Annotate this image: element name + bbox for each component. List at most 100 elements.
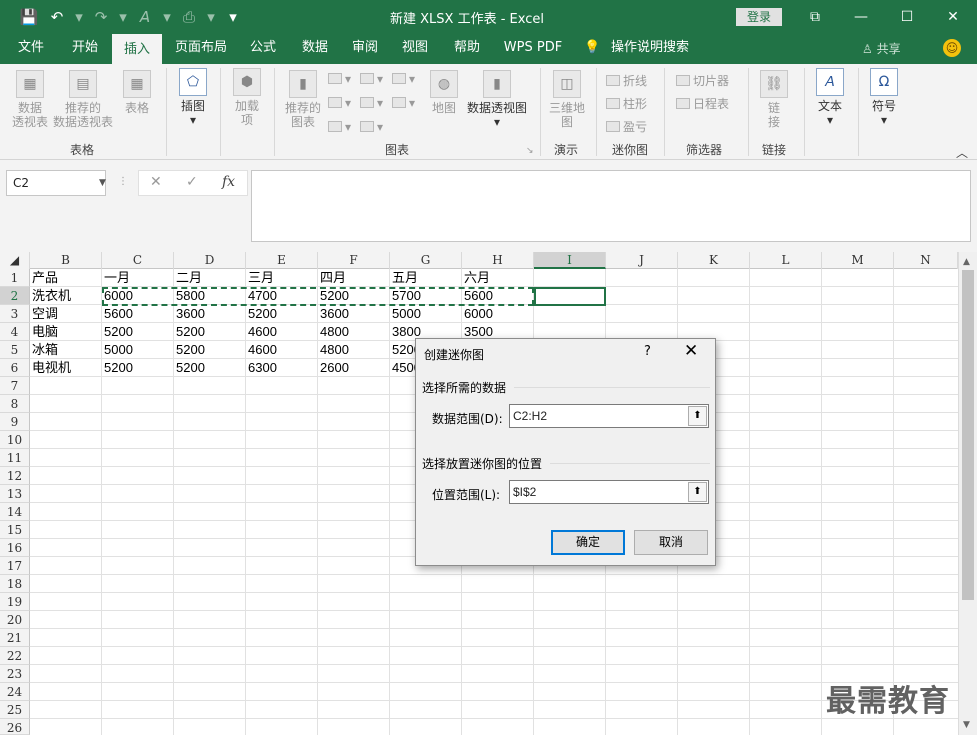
table-cell[interactable]: 5200: [174, 341, 246, 359]
format-painter-icon[interactable]: 𝘈: [134, 8, 156, 26]
header-cell[interactable]: 三月: [246, 269, 318, 287]
print-preview-icon[interactable]: ⎙: [178, 8, 200, 26]
insert-function-icon[interactable]: fx: [222, 174, 235, 190]
login-button[interactable]: 登录: [736, 8, 782, 26]
select-all-corner[interactable]: ◢: [0, 252, 30, 269]
collapse-dialog-icon[interactable]: ⬆: [688, 406, 707, 426]
row-header[interactable]: 21: [0, 629, 30, 647]
sparkline-column-button[interactable]: 柱形: [606, 95, 647, 112]
cancel-button[interactable]: 取消: [634, 530, 708, 555]
dialog-launcher-icon[interactable]: ↘: [526, 146, 534, 156]
ok-button[interactable]: 确定: [551, 530, 625, 555]
row-header[interactable]: 10: [0, 431, 30, 449]
collapse-dialog-icon[interactable]: ⬆: [688, 482, 707, 502]
table-cell[interactable]: 5600: [102, 305, 174, 323]
table-cell[interactable]: 3600: [174, 305, 246, 323]
column-chart-button[interactable]: ▾: [328, 72, 351, 86]
row-header[interactable]: 9: [0, 413, 30, 431]
preview-dropdown-icon[interactable]: ▾: [200, 8, 222, 26]
text-button[interactable]: 𝘈 文本 ▾: [812, 68, 848, 127]
location-range-input[interactable]: $I$2 ⬆: [509, 480, 709, 504]
row-header[interactable]: 13: [0, 485, 30, 503]
scroll-up-icon[interactable]: ▲: [963, 257, 970, 267]
line-chart-button[interactable]: ▾: [328, 96, 351, 110]
combo-chart-button[interactable]: ▾: [392, 96, 415, 110]
scatter-chart-button[interactable]: ▾: [360, 120, 383, 134]
active-cell-I2[interactable]: [534, 287, 606, 306]
row-header[interactable]: 18: [0, 575, 30, 593]
header-cell[interactable]: 五月: [390, 269, 462, 287]
tell-me-search[interactable]: 操作说明搜索: [608, 34, 692, 64]
row-header[interactable]: 25: [0, 701, 30, 719]
symbols-button[interactable]: Ω 符号 ▾: [866, 68, 902, 127]
slicer-button[interactable]: 切片器: [676, 72, 729, 89]
table-cell[interactable]: 电脑: [30, 323, 102, 341]
share-button[interactable]: ♙ 共享: [862, 40, 901, 57]
illustrations-button[interactable]: ⬠ 插图 ▾: [176, 68, 210, 127]
row-header[interactable]: 3: [0, 305, 30, 323]
column-header[interactable]: B: [30, 252, 102, 269]
maximize-button[interactable]: ☐: [884, 0, 930, 34]
tab-review[interactable]: 审阅: [342, 34, 388, 64]
tab-help[interactable]: 帮助: [444, 34, 490, 64]
tab-file[interactable]: 文件: [8, 34, 54, 64]
link-button[interactable]: ⛓ 链 接: [756, 70, 792, 129]
pie-chart-button[interactable]: ▾: [328, 120, 351, 134]
row-header[interactable]: 1: [0, 269, 30, 287]
tab-wps-pdf[interactable]: WPS PDF: [500, 34, 566, 64]
redo-icon[interactable]: ↷: [90, 8, 112, 26]
row-header[interactable]: 12: [0, 467, 30, 485]
table-cell[interactable]: 2600: [318, 359, 390, 377]
tab-view[interactable]: 视图: [392, 34, 438, 64]
table-cell[interactable]: 5200: [174, 359, 246, 377]
table-cell[interactable]: 冰箱: [30, 341, 102, 359]
header-cell[interactable]: 产品: [30, 269, 102, 287]
column-header[interactable]: N: [894, 252, 958, 269]
close-button[interactable]: ✕: [930, 0, 976, 34]
cancel-entry-icon[interactable]: ✕: [150, 174, 162, 190]
table-cell[interactable]: 电视机: [30, 359, 102, 377]
header-cell[interactable]: 一月: [102, 269, 174, 287]
3d-map-button[interactable]: ◫ 三维地 图: [546, 70, 588, 129]
column-header[interactable]: D: [174, 252, 246, 269]
table-cell[interactable]: 5200: [102, 359, 174, 377]
table-button[interactable]: ▦ 表格: [120, 70, 154, 115]
column-header[interactable]: F: [318, 252, 390, 269]
table-cell[interactable]: 洗衣机: [30, 287, 102, 305]
scrollbar-thumb[interactable]: [962, 270, 974, 600]
close-icon[interactable]: ✕: [684, 341, 698, 361]
row-header[interactable]: 22: [0, 647, 30, 665]
table-cell[interactable]: 5000: [390, 305, 462, 323]
feedback-smiley-icon[interactable]: ☺: [943, 39, 961, 57]
row-header[interactable]: 11: [0, 449, 30, 467]
table-cell[interactable]: 5200: [246, 305, 318, 323]
table-cell[interactable]: 4800: [318, 323, 390, 341]
ribbon-display-options-icon[interactable]: ⧉: [792, 0, 838, 34]
scroll-down-icon[interactable]: ▼: [963, 720, 970, 730]
tab-data[interactable]: 数据: [292, 34, 338, 64]
header-cell[interactable]: 二月: [174, 269, 246, 287]
vertical-scrollbar[interactable]: ▲ ▼: [958, 252, 977, 735]
table-cell[interactable]: 6300: [246, 359, 318, 377]
table-cell[interactable]: 4600: [246, 341, 318, 359]
format-dropdown-icon[interactable]: ▾: [156, 8, 178, 26]
confirm-entry-icon[interactable]: ✓: [186, 174, 198, 190]
header-cell[interactable]: 四月: [318, 269, 390, 287]
row-header[interactable]: 19: [0, 593, 30, 611]
row-header[interactable]: 15: [0, 521, 30, 539]
sparkline-line-button[interactable]: 折线: [606, 72, 647, 89]
table-cell[interactable]: 空调: [30, 305, 102, 323]
save-icon[interactable]: 💾: [18, 8, 40, 26]
table-cell[interactable]: 4600: [246, 323, 318, 341]
timeline-button[interactable]: 日程表: [676, 95, 729, 112]
chevron-down-icon[interactable]: ▼: [99, 171, 106, 195]
row-header[interactable]: 23: [0, 665, 30, 683]
tab-page-layout[interactable]: 页面布局: [170, 34, 232, 64]
column-header[interactable]: H: [462, 252, 534, 269]
column-header[interactable]: J: [606, 252, 678, 269]
collapse-ribbon-icon[interactable]: ︿: [956, 144, 968, 161]
name-box[interactable]: C2 ▼: [6, 170, 106, 196]
column-header[interactable]: G: [390, 252, 462, 269]
row-header[interactable]: 8: [0, 395, 30, 413]
column-header[interactable]: L: [750, 252, 822, 269]
